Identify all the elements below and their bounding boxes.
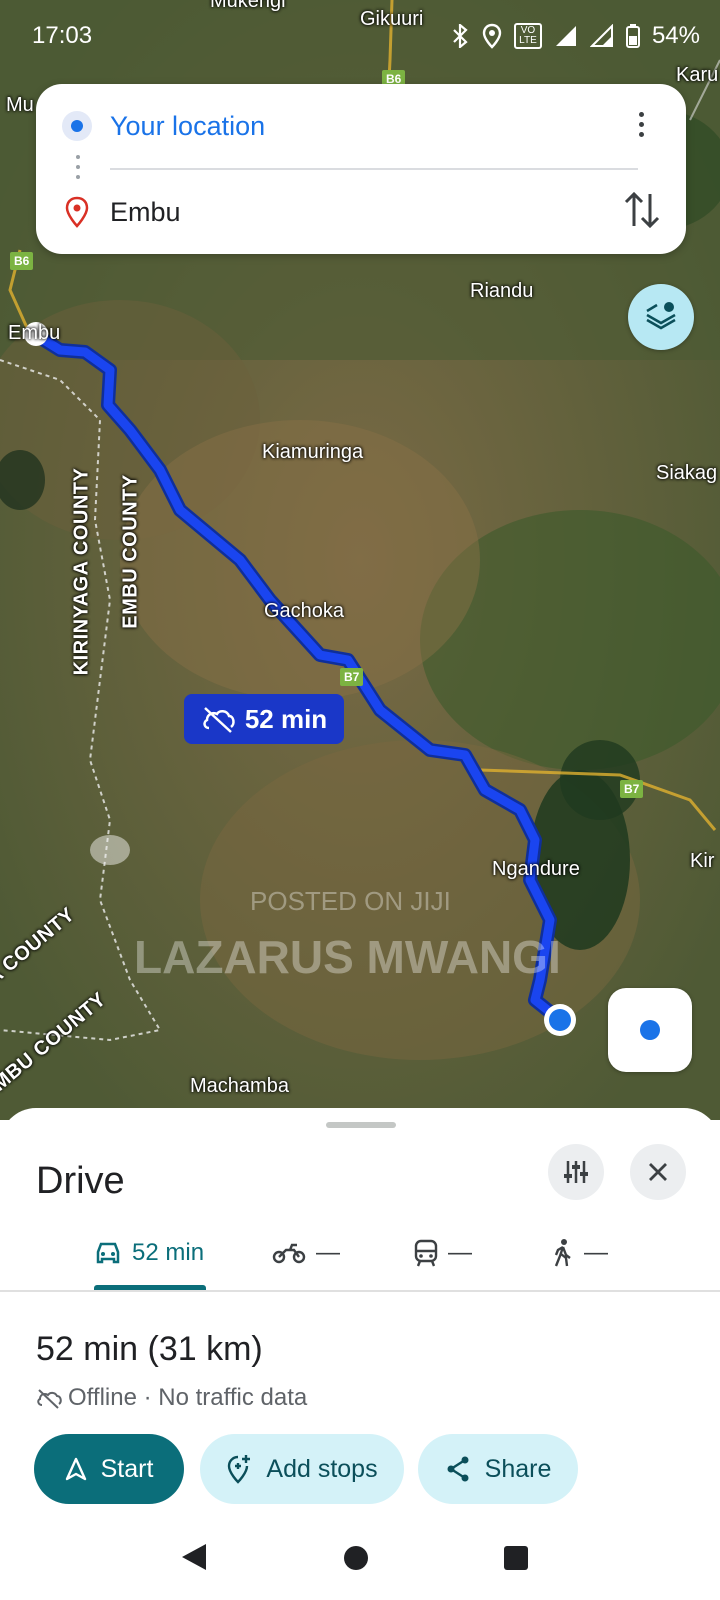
share-icon: [447, 1456, 469, 1482]
cloud-off-icon: [203, 707, 235, 733]
recents-icon[interactable]: [502, 1544, 530, 1572]
origin-field[interactable]: Your location: [36, 104, 686, 148]
divider: [110, 168, 638, 170]
route-options-button[interactable]: [548, 1144, 604, 1200]
tune-icon: [564, 1161, 588, 1183]
close-button[interactable]: [630, 1144, 686, 1200]
add-location-icon: [228, 1455, 251, 1484]
tab-transit[interactable]: —: [414, 1216, 472, 1290]
map-label: Siakag: [656, 462, 718, 484]
share-label: Share: [484, 1454, 552, 1483]
map-label: Karu: [676, 64, 719, 86]
map-label: Mu: [6, 94, 34, 116]
tab-label: 52 min: [132, 1239, 205, 1266]
tab-label: —: [316, 1239, 340, 1266]
map-label: Kiamuringa: [262, 441, 364, 463]
home-icon[interactable]: [342, 1544, 370, 1572]
start-label: Start: [100, 1454, 154, 1483]
watermark-line1: POSTED ON JIJI: [250, 886, 451, 916]
cloud-off-icon: [37, 1389, 62, 1409]
map-label: Riandu: [470, 280, 534, 302]
map-label: Kir: [690, 850, 715, 872]
road-shield: B7: [340, 668, 364, 686]
system-navigation-bar: [0, 1520, 720, 1600]
destination-pin-icon: [65, 196, 89, 228]
bluetooth-icon: [453, 24, 468, 48]
start-button[interactable]: Start: [34, 1434, 184, 1504]
county-label: KIRINYAGA COUNTY: [70, 467, 93, 676]
more-options-button[interactable]: [626, 102, 656, 146]
map-label-embu: Embu: [8, 322, 61, 344]
map-label: Machamba: [190, 1075, 289, 1097]
volte-icon: VO LTE: [513, 23, 542, 49]
transit-icon: [414, 1239, 438, 1267]
origin-dot-icon: [62, 111, 92, 141]
swap-icon[interactable]: [622, 188, 662, 232]
signal-2-icon: [589, 24, 613, 47]
destination-field[interactable]: Embu: [36, 190, 686, 234]
car-icon: [96, 1242, 120, 1264]
layers-icon: [646, 302, 676, 330]
tab-label: —: [448, 1239, 472, 1266]
map-label: Gikuuri: [360, 8, 424, 30]
tab-walking[interactable]: —: [552, 1216, 608, 1290]
road-shield: B6: [10, 252, 34, 270]
eta-text: 52 min: [244, 703, 328, 734]
location-icon: [482, 23, 502, 49]
battery-icon: [625, 24, 640, 48]
add-stops-label: Add stops: [266, 1454, 378, 1483]
traffic-text: Offline · No traffic data: [68, 1384, 308, 1411]
origin-text: Your location: [110, 110, 266, 141]
destination-text: Embu: [110, 196, 181, 227]
layers-button[interactable]: [628, 284, 694, 350]
route-summary: 52 min (31 km): [36, 1330, 263, 1368]
traffic-status: Offline · No traffic data: [36, 1384, 307, 1412]
my-location-button[interactable]: [608, 988, 692, 1072]
battery-level: 54%: [651, 22, 700, 49]
close-icon: [649, 1163, 667, 1181]
navigation-arrow-icon: [65, 1457, 86, 1481]
signal-icon: [555, 26, 576, 46]
sheet-title: Drive: [36, 1160, 125, 1202]
map-label: Ngandure: [492, 858, 580, 880]
route-eta-badge[interactable]: 52 min: [184, 694, 344, 744]
active-tab-indicator: [94, 1285, 206, 1290]
walking-icon: [554, 1239, 571, 1267]
travel-mode-tabs: 52 min — — —: [0, 1216, 720, 1292]
back-icon[interactable]: [180, 1542, 208, 1572]
tab-label: —: [584, 1239, 608, 1266]
share-button[interactable]: Share: [418, 1434, 578, 1504]
watermark-line2: LAZARUS MWANGI: [134, 931, 561, 983]
route-connector-dots: [76, 155, 80, 179]
road-shield: B7: [620, 780, 644, 798]
map-label: Mukengi: [210, 0, 286, 12]
tab-drive[interactable]: 52 min: [94, 1216, 206, 1290]
county-label: EMBU COUNTY: [119, 474, 142, 629]
motorcycle-icon: [272, 1243, 306, 1264]
my-location-icon: [640, 1020, 660, 1040]
add-stops-button[interactable]: Add stops: [200, 1434, 404, 1504]
map-label: Gachoka: [264, 600, 345, 622]
drag-handle[interactable]: [326, 1122, 396, 1128]
directions-card: Your location Embu: [36, 84, 686, 254]
tab-motorcycle[interactable]: —: [272, 1216, 340, 1290]
